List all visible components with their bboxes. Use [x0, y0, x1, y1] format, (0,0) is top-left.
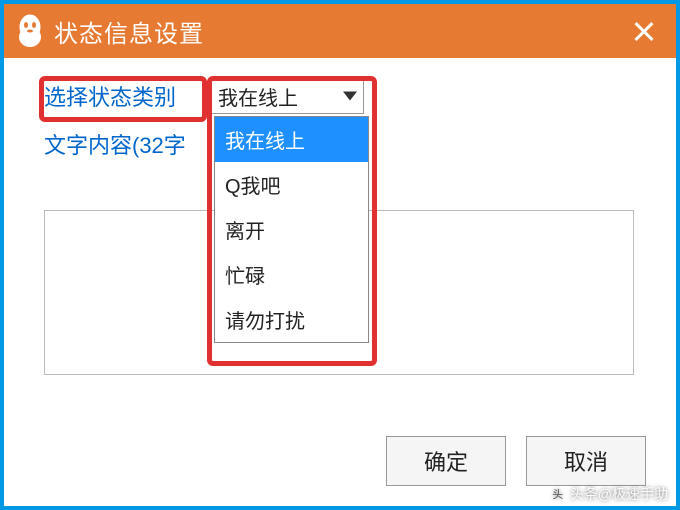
dropdown-option[interactable]: 离开: [215, 207, 368, 252]
dropdown-option[interactable]: 我在线上: [215, 117, 368, 162]
qq-penguin-icon: [16, 13, 44, 49]
dropdown-option[interactable]: 请勿打扰: [215, 297, 368, 342]
ok-button[interactable]: 确定: [386, 436, 506, 486]
category-row: 选择状态类别 我在线上: [44, 78, 636, 114]
chevron-down-icon: [343, 92, 357, 101]
dropdown-option[interactable]: Q我吧: [215, 162, 368, 207]
dropdown-option[interactable]: 忙碌: [215, 252, 368, 297]
watermark: 头 头条@极速手助: [550, 484, 668, 504]
category-label: 选择状态类别: [44, 80, 209, 112]
titlebar: 状态信息设置: [4, 4, 676, 58]
select-value: 我在线上: [218, 82, 298, 111]
status-category-select[interactable]: 我在线上: [209, 78, 364, 114]
status-dropdown-list: 我在线上 Q我吧 离开 忙碌 请勿打扰: [214, 116, 369, 343]
dialog-title: 状态信息设置: [54, 14, 204, 49]
close-button[interactable]: [630, 17, 658, 45]
button-row: 确定 取消: [386, 436, 646, 486]
cancel-button[interactable]: 取消: [526, 436, 646, 486]
content-label: 文字内容(32字: [44, 128, 209, 160]
dialog-content: 选择状态类别 我在线上 文字内容(32字 我在线上 Q我吧 离开 忙碌 请勿打扰…: [4, 58, 676, 506]
watermark-text: 头条@极速手助: [570, 484, 668, 504]
watermark-icon: 头: [550, 486, 566, 502]
dialog-window: 状态信息设置 选择状态类别 我在线上 文字内容(32字 我在线上 Q我吧 离开 …: [0, 0, 680, 510]
